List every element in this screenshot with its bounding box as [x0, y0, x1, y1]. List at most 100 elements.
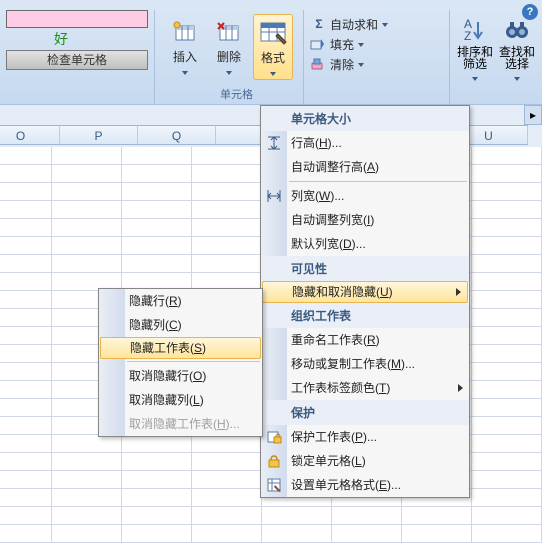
cell[interactable]: [192, 525, 262, 543]
cell[interactable]: [122, 525, 192, 543]
cell[interactable]: [0, 183, 52, 201]
cell[interactable]: [52, 237, 122, 255]
cell[interactable]: [472, 255, 542, 273]
submenu-hide-rows[interactable]: 隐藏行(R): [99, 289, 262, 313]
menu-default-width[interactable]: 默认列宽(D)...: [261, 232, 469, 256]
cell[interactable]: [0, 417, 52, 435]
cell[interactable]: [0, 273, 52, 291]
cell[interactable]: [122, 219, 192, 237]
cell[interactable]: [0, 147, 52, 165]
submenu-unhide-rows[interactable]: 取消隐藏行(O): [99, 364, 262, 388]
cell[interactable]: [192, 183, 262, 201]
cell[interactable]: [192, 255, 262, 273]
submenu-unhide-cols[interactable]: 取消隐藏列(L): [99, 388, 262, 412]
cell[interactable]: [0, 219, 52, 237]
cell[interactable]: [52, 219, 122, 237]
cell[interactable]: [472, 309, 542, 327]
cell[interactable]: [402, 507, 472, 525]
cell[interactable]: [192, 165, 262, 183]
cell[interactable]: [0, 345, 52, 363]
clear-button[interactable]: 清除: [310, 54, 443, 74]
cell[interactable]: [0, 363, 52, 381]
cell[interactable]: [472, 471, 542, 489]
cell[interactable]: [122, 453, 192, 471]
cell[interactable]: [0, 309, 52, 327]
cell[interactable]: [472, 417, 542, 435]
menu-autofit-col[interactable]: 自动调整列宽(I): [261, 208, 469, 232]
cell[interactable]: [122, 237, 192, 255]
cell[interactable]: [0, 201, 52, 219]
cell[interactable]: [192, 435, 262, 453]
cell[interactable]: [472, 327, 542, 345]
cell[interactable]: [122, 183, 192, 201]
cell[interactable]: [0, 327, 52, 345]
cell[interactable]: [472, 507, 542, 525]
cell[interactable]: [192, 201, 262, 219]
cell[interactable]: [262, 507, 332, 525]
cell[interactable]: [472, 219, 542, 237]
column-header[interactable]: P: [60, 125, 138, 145]
cell[interactable]: [192, 219, 262, 237]
cell[interactable]: [0, 507, 52, 525]
cell[interactable]: [52, 507, 122, 525]
cell[interactable]: [52, 183, 122, 201]
cell[interactable]: [0, 399, 52, 417]
cell[interactable]: [332, 525, 402, 543]
menu-rename-sheet[interactable]: 重命名工作表(R): [261, 328, 469, 352]
cell[interactable]: [402, 525, 472, 543]
cell[interactable]: [472, 291, 542, 309]
cell[interactable]: [472, 183, 542, 201]
cell[interactable]: [0, 237, 52, 255]
submenu-hide-sheet[interactable]: 隐藏工作表(S): [100, 337, 261, 359]
cell[interactable]: [0, 471, 52, 489]
menu-format-cells[interactable]: 设置单元格格式(E)...: [261, 473, 469, 497]
cell[interactable]: [52, 471, 122, 489]
cell[interactable]: [262, 525, 332, 543]
cell[interactable]: [122, 435, 192, 453]
cell[interactable]: [332, 507, 402, 525]
check-cells-button[interactable]: 检查单元格: [6, 50, 148, 70]
menu-lock-cell[interactable]: 锁定单元格(L): [261, 449, 469, 473]
autosum-button[interactable]: Σ 自动求和: [310, 14, 443, 34]
cell[interactable]: [472, 435, 542, 453]
cell[interactable]: [192, 453, 262, 471]
menu-row-height[interactable]: 行高(H)...: [261, 131, 469, 155]
cell[interactable]: [52, 255, 122, 273]
cell[interactable]: [0, 381, 52, 399]
cell[interactable]: [472, 165, 542, 183]
cell[interactable]: [52, 201, 122, 219]
cell[interactable]: [52, 489, 122, 507]
cell[interactable]: [52, 435, 122, 453]
cell[interactable]: [472, 147, 542, 165]
insert-button[interactable]: 插入: [165, 14, 205, 78]
cell[interactable]: [0, 435, 52, 453]
cell[interactable]: [472, 381, 542, 399]
menu-col-width[interactable]: 列宽(W)...: [261, 184, 469, 208]
cell[interactable]: [192, 471, 262, 489]
find-select-button[interactable]: 查找和 选择: [496, 14, 538, 104]
cell[interactable]: [52, 147, 122, 165]
cell[interactable]: [122, 255, 192, 273]
cell[interactable]: [472, 489, 542, 507]
sort-filter-button[interactable]: AZ 排序和 筛选: [454, 14, 496, 104]
cell[interactable]: [472, 345, 542, 363]
cell[interactable]: [472, 273, 542, 291]
delete-button[interactable]: 删除: [209, 14, 249, 78]
cell[interactable]: [0, 255, 52, 273]
cell[interactable]: [192, 507, 262, 525]
help-icon[interactable]: ?: [522, 4, 538, 20]
cell[interactable]: [52, 453, 122, 471]
fill-button[interactable]: 填充: [310, 34, 443, 54]
cell[interactable]: [122, 201, 192, 219]
cell[interactable]: [52, 525, 122, 543]
column-header[interactable]: Q: [138, 125, 216, 145]
menu-protect-sheet[interactable]: 保护工作表(P)...: [261, 425, 469, 449]
cell[interactable]: [0, 489, 52, 507]
menu-autofit-row[interactable]: 自动调整行高(A): [261, 155, 469, 179]
cell[interactable]: [472, 237, 542, 255]
cell[interactable]: [0, 165, 52, 183]
cell[interactable]: [0, 291, 52, 309]
cell[interactable]: [192, 489, 262, 507]
format-button[interactable]: 格式: [253, 14, 293, 80]
cell[interactable]: [472, 399, 542, 417]
